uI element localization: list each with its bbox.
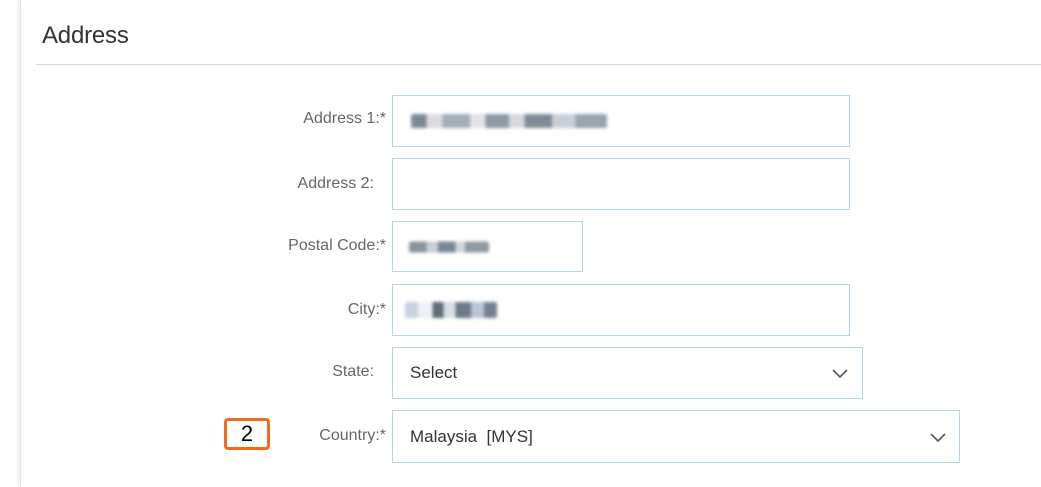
section-title: Address xyxy=(42,22,129,49)
section-divider xyxy=(36,64,1041,65)
address2-label: Address 2: xyxy=(297,175,374,192)
chevron-down-icon xyxy=(832,369,848,379)
address2-input[interactable] xyxy=(392,158,850,210)
country-label: Country:* xyxy=(319,427,386,444)
country-select-value: Malaysia [MYS] xyxy=(410,426,533,446)
city-redacted-value xyxy=(405,302,497,318)
city-label: City:* xyxy=(347,301,386,318)
state-label: State: xyxy=(332,363,374,380)
address1-redacted-value xyxy=(411,114,607,128)
address1-input[interactable] xyxy=(392,95,850,147)
state-select-value: Select xyxy=(410,363,458,382)
postal-code-input[interactable] xyxy=(392,221,583,272)
state-select[interactable]: Select xyxy=(392,347,863,399)
country-select[interactable]: Malaysia [MYS] xyxy=(392,410,960,463)
postal-code-label: Postal Code:* xyxy=(288,237,386,254)
postal-code-redacted-value xyxy=(409,241,489,252)
city-input[interactable] xyxy=(392,284,850,336)
address1-label: Address 1:* xyxy=(303,110,386,127)
chevron-down-icon xyxy=(930,432,946,442)
